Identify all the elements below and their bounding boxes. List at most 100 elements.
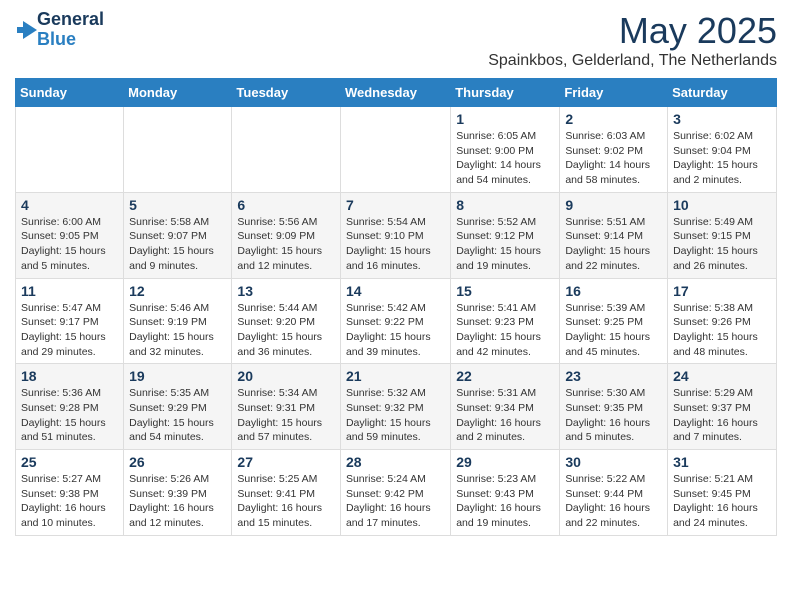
day-cell: 25 Sunrise: 5:27 AM Sunset: 9:38 PM Dayli… xyxy=(16,450,124,536)
day-cell xyxy=(124,107,232,193)
day-detail: Sunrise: 5:51 AM Sunset: 9:14 PM Dayligh… xyxy=(565,215,662,274)
day-detail: Sunrise: 5:44 AM Sunset: 9:20 PM Dayligh… xyxy=(237,301,335,360)
day-cell: 17 Sunrise: 5:38 AM Sunset: 9:26 PM Dayli… xyxy=(668,278,777,364)
col-friday: Friday xyxy=(560,79,668,107)
week-row-3: 11Sunrise: 5:47 AM Sunset: 9:17 PM Dayli… xyxy=(16,278,777,364)
day-detail: Sunrise: 6:03 AM Sunset: 9:02 PM Dayligh… xyxy=(565,129,662,188)
location: Spainkbos, Gelderland, The Netherlands xyxy=(488,52,777,70)
day-number: 6 xyxy=(237,197,335,213)
logo: General Blue xyxy=(15,10,104,50)
day-cell: 9Sunrise: 5:51 AM Sunset: 9:14 PM Daylig… xyxy=(560,192,668,278)
day-number: 12 xyxy=(129,283,226,299)
day-detail: Sunrise: 5:24 AM Sunset: 9:42 PM Dayligh… xyxy=(346,472,445,531)
day-number: 3 xyxy=(673,111,771,127)
day-cell: 16 Sunrise: 5:39 AM Sunset: 9:25 PM Dayli… xyxy=(560,278,668,364)
day-detail: Sunrise: 5:35 AM Sunset: 9:29 PM Dayligh… xyxy=(129,386,226,445)
day-cell: 7 Sunrise: 5:54 AM Sunset: 9:10 PM Daylig… xyxy=(340,192,450,278)
day-cell: 8 Sunrise: 5:52 AM Sunset: 9:12 PM Daylig… xyxy=(451,192,560,278)
day-cell: 28 Sunrise: 5:24 AM Sunset: 9:42 PM Dayli… xyxy=(340,450,450,536)
day-number: 18 xyxy=(21,368,118,384)
day-number: 30 xyxy=(565,454,662,470)
day-cell: 1 Sunrise: 6:05 AM Sunset: 9:00 PM Daylig… xyxy=(451,107,560,193)
day-cell: 13Sunrise: 5:44 AM Sunset: 9:20 PM Dayli… xyxy=(232,278,341,364)
page-container: General Blue May 2025 Spainkbos, Gelderl… xyxy=(0,0,792,546)
day-cell: 11Sunrise: 5:47 AM Sunset: 9:17 PM Dayli… xyxy=(16,278,124,364)
day-number: 21 xyxy=(346,368,445,384)
day-detail: Sunrise: 5:25 AM Sunset: 9:41 PM Dayligh… xyxy=(237,472,335,531)
week-row-2: 4 Sunrise: 6:00 AM Sunset: 9:05 PM Daylig… xyxy=(16,192,777,278)
day-number: 22 xyxy=(456,368,554,384)
col-thursday: Thursday xyxy=(451,79,560,107)
header-row: Sunday Monday Tuesday Wednesday Thursday… xyxy=(16,79,777,107)
day-detail: Sunrise: 5:36 AM Sunset: 9:28 PM Dayligh… xyxy=(21,386,118,445)
day-cell: 10 Sunrise: 5:49 AM Sunset: 9:15 PM Dayli… xyxy=(668,192,777,278)
day-cell: 23 Sunrise: 5:30 AM Sunset: 9:35 PM Dayli… xyxy=(560,364,668,450)
day-number: 15 xyxy=(456,283,554,299)
day-number: 28 xyxy=(346,454,445,470)
day-cell: 18 Sunrise: 5:36 AM Sunset: 9:28 PM Dayli… xyxy=(16,364,124,450)
col-sunday: Sunday xyxy=(16,79,124,107)
day-cell: 27 Sunrise: 5:25 AM Sunset: 9:41 PM Dayli… xyxy=(232,450,341,536)
day-detail: Sunrise: 5:41 AM Sunset: 9:23 PM Dayligh… xyxy=(456,301,554,360)
logo-general: General xyxy=(37,9,104,29)
week-row-4: 18 Sunrise: 5:36 AM Sunset: 9:28 PM Dayli… xyxy=(16,364,777,450)
day-number: 4 xyxy=(21,197,118,213)
day-number: 23 xyxy=(565,368,662,384)
day-number: 10 xyxy=(673,197,771,213)
day-number: 27 xyxy=(237,454,335,470)
col-wednesday: Wednesday xyxy=(340,79,450,107)
week-row-1: 1 Sunrise: 6:05 AM Sunset: 9:00 PM Daylig… xyxy=(16,107,777,193)
day-cell: 19 Sunrise: 5:35 AM Sunset: 9:29 PM Dayli… xyxy=(124,364,232,450)
logo-icon xyxy=(15,19,37,41)
day-detail: Sunrise: 5:52 AM Sunset: 9:12 PM Dayligh… xyxy=(456,215,554,274)
day-cell: 14Sunrise: 5:42 AM Sunset: 9:22 PM Dayli… xyxy=(340,278,450,364)
day-cell xyxy=(16,107,124,193)
day-detail: Sunrise: 5:22 AM Sunset: 9:44 PM Dayligh… xyxy=(565,472,662,531)
day-detail: Sunrise: 5:42 AM Sunset: 9:22 PM Dayligh… xyxy=(346,301,445,360)
day-detail: Sunrise: 5:54 AM Sunset: 9:10 PM Dayligh… xyxy=(346,215,445,274)
day-detail: Sunrise: 5:26 AM Sunset: 9:39 PM Dayligh… xyxy=(129,472,226,531)
month-title: May 2025 xyxy=(488,10,777,52)
day-detail: Sunrise: 5:56 AM Sunset: 9:09 PM Dayligh… xyxy=(237,215,335,274)
day-number: 17 xyxy=(673,283,771,299)
day-detail: Sunrise: 5:58 AM Sunset: 9:07 PM Dayligh… xyxy=(129,215,226,274)
day-number: 26 xyxy=(129,454,226,470)
day-cell: 12 Sunrise: 5:46 AM Sunset: 9:19 PM Dayli… xyxy=(124,278,232,364)
day-detail: Sunrise: 5:49 AM Sunset: 9:15 PM Dayligh… xyxy=(673,215,771,274)
calendar-body: 1 Sunrise: 6:05 AM Sunset: 9:00 PM Daylig… xyxy=(16,107,777,536)
day-cell: 4 Sunrise: 6:00 AM Sunset: 9:05 PM Daylig… xyxy=(16,192,124,278)
day-number: 19 xyxy=(129,368,226,384)
day-detail: Sunrise: 5:32 AM Sunset: 9:32 PM Dayligh… xyxy=(346,386,445,445)
day-number: 8 xyxy=(456,197,554,213)
day-detail: Sunrise: 5:23 AM Sunset: 9:43 PM Dayligh… xyxy=(456,472,554,531)
day-detail: Sunrise: 6:05 AM Sunset: 9:00 PM Dayligh… xyxy=(456,129,554,188)
day-detail: Sunrise: 5:30 AM Sunset: 9:35 PM Dayligh… xyxy=(565,386,662,445)
day-number: 7 xyxy=(346,197,445,213)
page-header: General Blue May 2025 Spainkbos, Gelderl… xyxy=(15,10,777,70)
col-tuesday: Tuesday xyxy=(232,79,341,107)
day-cell: 24 Sunrise: 5:29 AM Sunset: 9:37 PM Dayli… xyxy=(668,364,777,450)
day-detail: Sunrise: 5:47 AM Sunset: 9:17 PM Dayligh… xyxy=(21,301,118,360)
day-cell: 15 Sunrise: 5:41 AM Sunset: 9:23 PM Dayli… xyxy=(451,278,560,364)
title-block: May 2025 Spainkbos, Gelderland, The Neth… xyxy=(488,10,777,70)
day-cell: 31Sunrise: 5:21 AM Sunset: 9:45 PM Dayli… xyxy=(668,450,777,536)
day-number: 5 xyxy=(129,197,226,213)
day-detail: Sunrise: 6:00 AM Sunset: 9:05 PM Dayligh… xyxy=(21,215,118,274)
day-cell: 29 Sunrise: 5:23 AM Sunset: 9:43 PM Dayli… xyxy=(451,450,560,536)
day-detail: Sunrise: 5:29 AM Sunset: 9:37 PM Dayligh… xyxy=(673,386,771,445)
day-number: 16 xyxy=(565,283,662,299)
day-cell xyxy=(340,107,450,193)
day-detail: Sunrise: 6:02 AM Sunset: 9:04 PM Dayligh… xyxy=(673,129,771,188)
day-number: 29 xyxy=(456,454,554,470)
day-number: 24 xyxy=(673,368,771,384)
day-detail: Sunrise: 5:39 AM Sunset: 9:25 PM Dayligh… xyxy=(565,301,662,360)
day-detail: Sunrise: 5:38 AM Sunset: 9:26 PM Dayligh… xyxy=(673,301,771,360)
day-cell: 3 Sunrise: 6:02 AM Sunset: 9:04 PM Daylig… xyxy=(668,107,777,193)
day-detail: Sunrise: 5:27 AM Sunset: 9:38 PM Dayligh… xyxy=(21,472,118,531)
day-detail: Sunrise: 5:34 AM Sunset: 9:31 PM Dayligh… xyxy=(237,386,335,445)
day-number: 25 xyxy=(21,454,118,470)
day-number: 1 xyxy=(456,111,554,127)
day-cell: 21 Sunrise: 5:32 AM Sunset: 9:32 PM Dayli… xyxy=(340,364,450,450)
day-cell: 2Sunrise: 6:03 AM Sunset: 9:02 PM Daylig… xyxy=(560,107,668,193)
day-detail: Sunrise: 5:46 AM Sunset: 9:19 PM Dayligh… xyxy=(129,301,226,360)
